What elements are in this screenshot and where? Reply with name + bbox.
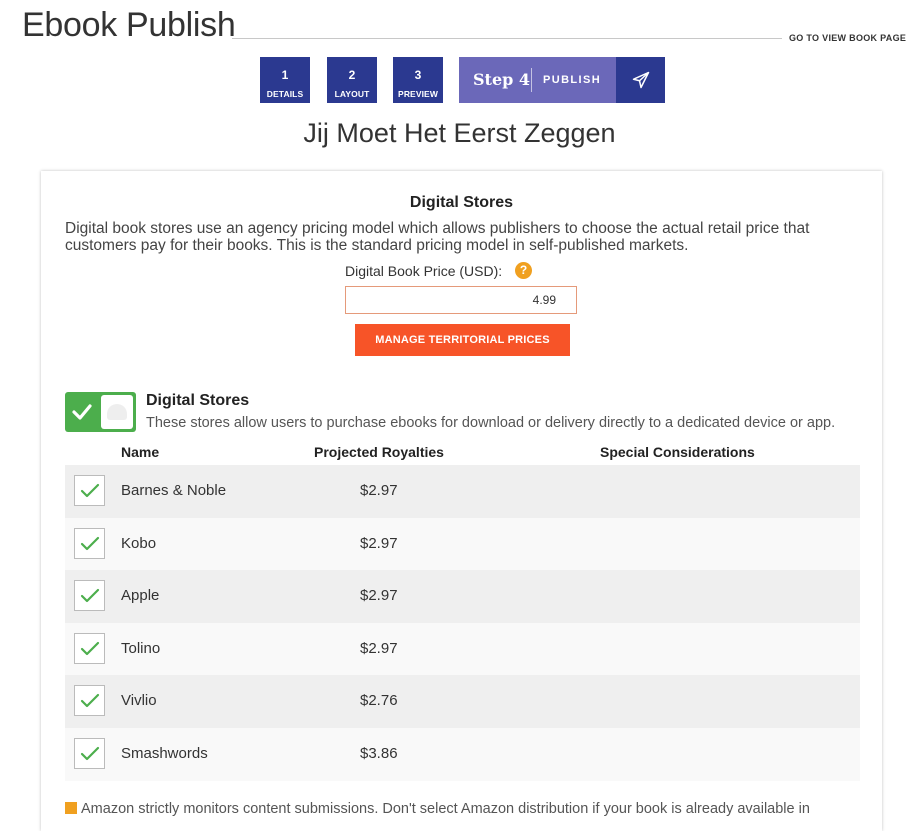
store-row: Barnes & Noble $2.97 — [65, 465, 860, 518]
store-checkbox[interactable] — [74, 475, 105, 506]
price-input[interactable] — [345, 286, 577, 314]
store-name: Barnes & Noble — [121, 482, 227, 499]
stores-title: Digital Stores — [146, 392, 250, 409]
store-name: Smashwords — [121, 745, 208, 762]
store-row: Tolino $2.97 — [65, 623, 860, 676]
pricing-heading: Digital Stores — [409, 194, 514, 211]
book-title: Jij Moet Het Eerst Zeggen — [303, 118, 616, 148]
paper-plane-icon[interactable] — [616, 57, 665, 103]
price-label: Digital Book Price (USD): — [345, 263, 503, 279]
store-checkbox[interactable] — [74, 528, 105, 559]
step-2-layout[interactable]: 2 LAYOUT — [327, 57, 377, 103]
store-checkbox[interactable] — [74, 633, 105, 664]
stores-description: These stores allow users to purchase ebo… — [146, 415, 836, 431]
view-book-page-link[interactable]: GO TO VIEW BOOK PAGE — [789, 33, 906, 43]
store-row: Smashwords $3.86 — [65, 728, 860, 781]
store-royalty: $2.76 — [360, 692, 398, 709]
step-label: DETAILS — [266, 89, 304, 99]
store-row: Vivlio $2.76 — [65, 675, 860, 728]
column-header-name: Name — [121, 444, 160, 460]
check-icon — [80, 588, 99, 602]
store-royalty: $2.97 — [360, 482, 398, 499]
manage-territorial-prices-button[interactable]: MANAGE TERRITORIAL PRICES — [355, 324, 570, 356]
column-header-royalties: Projected Royalties — [314, 444, 444, 460]
step-3-preview[interactable]: 3 PREVIEW — [393, 57, 443, 103]
step-4-label: PUBLISH — [543, 74, 602, 86]
check-icon — [80, 483, 99, 497]
publish-card: Digital Stores Digital book stores use a… — [41, 171, 882, 831]
step-1-details[interactable]: 1 DETAILS — [260, 57, 310, 103]
step-number: 1 — [281, 68, 289, 82]
amazon-note-text: Amazon strictly monitors content submiss… — [81, 801, 810, 817]
pricing-description: Digital book stores use an agency pricin… — [65, 220, 810, 254]
store-royalty: $2.97 — [360, 640, 398, 657]
digital-stores-toggle[interactable] — [65, 392, 136, 432]
store-name: Vivlio — [121, 692, 157, 709]
store-row: Apple $2.97 — [65, 570, 860, 623]
step-number: 2 — [348, 68, 356, 82]
store-royalty: $3.86 — [360, 745, 398, 762]
help-icon[interactable]: ? — [515, 262, 532, 279]
check-icon — [80, 693, 99, 707]
note-icon — [65, 802, 77, 814]
store-name: Kobo — [121, 535, 157, 552]
check-icon — [72, 404, 92, 420]
store-name: Apple — [121, 587, 160, 604]
check-icon — [80, 641, 99, 655]
check-icon — [80, 746, 99, 760]
step-number: 3 — [414, 68, 422, 82]
store-royalty: $2.97 — [360, 535, 398, 552]
store-checkbox[interactable] — [74, 580, 105, 611]
check-icon — [80, 536, 99, 550]
step-4-title: Step 4 — [473, 70, 531, 89]
step-4-publish[interactable]: Step 4 PUBLISH — [459, 57, 665, 103]
store-row: Kobo $2.97 — [65, 518, 860, 571]
step-label: LAYOUT — [334, 89, 370, 99]
amazon-note: Amazon strictly monitors content submiss… — [65, 801, 810, 817]
step-label: PREVIEW — [398, 89, 438, 99]
store-checkbox[interactable] — [74, 685, 105, 716]
column-header-special: Special Considerations — [600, 444, 755, 460]
store-checkbox[interactable] — [74, 738, 105, 769]
title-divider — [232, 38, 782, 39]
step-4-divider — [531, 68, 532, 92]
toggle-knob — [101, 395, 133, 429]
store-name: Tolino — [121, 640, 161, 657]
page-title: Ebook Publish — [22, 6, 236, 44]
store-royalty: $2.97 — [360, 587, 398, 604]
